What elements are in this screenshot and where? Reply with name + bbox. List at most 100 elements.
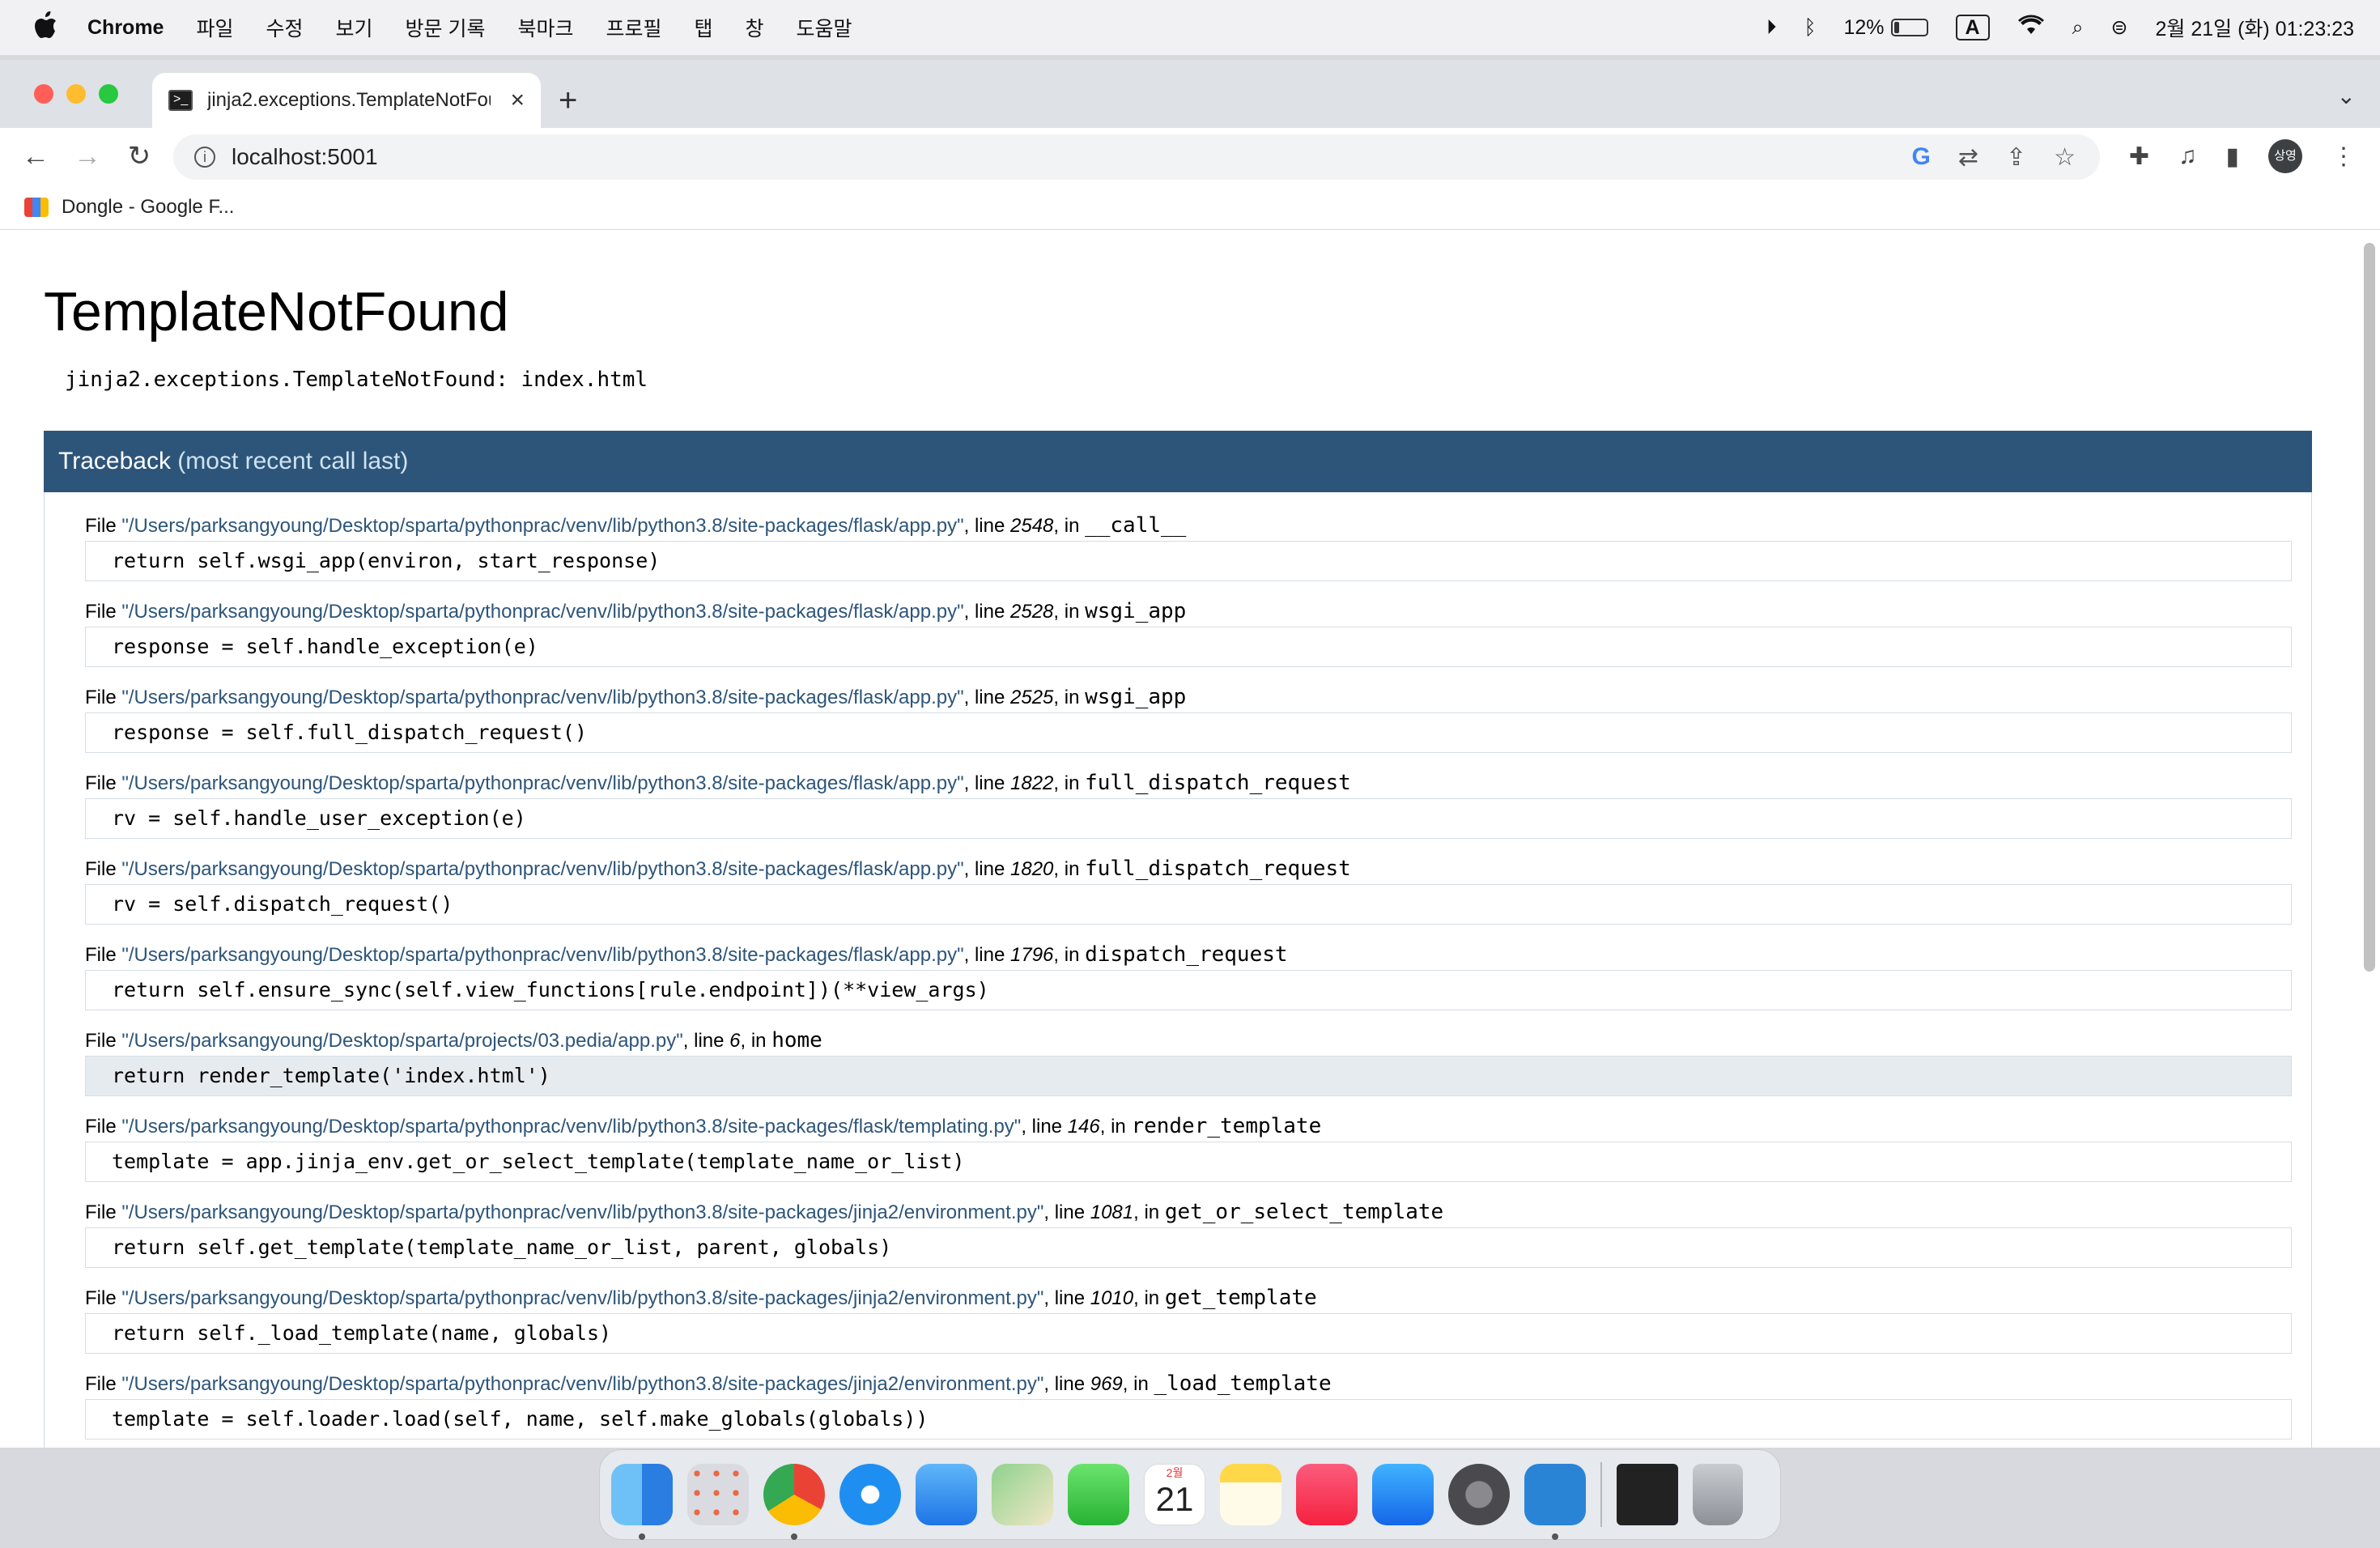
menu-profile[interactable]: 프로필: [606, 13, 661, 42]
page-scrollbar[interactable]: [2364, 243, 2375, 972]
google-fonts-icon: [24, 197, 49, 217]
safari-icon[interactable]: [839, 1464, 901, 1525]
forward-arrow-icon[interactable]: →: [62, 141, 113, 172]
zoom-window-button[interactable]: [99, 84, 118, 104]
more-menu-icon[interactable]: ⋮: [2331, 142, 2356, 171]
tab-search-chevron-icon[interactable]: ⌄: [2337, 83, 2356, 109]
menu-edit[interactable]: 수정: [266, 13, 303, 42]
now-playing-icon[interactable]: ⏵: [1766, 16, 1777, 40]
maps-icon[interactable]: [992, 1464, 1053, 1525]
frame-file-path[interactable]: "/Users/parksangyoung/Desktop/sparta/pyt…: [121, 944, 963, 966]
share-icon[interactable]: ⇪: [2006, 143, 2026, 172]
close-window-button[interactable]: [34, 84, 53, 104]
address-url[interactable]: localhost:5001: [232, 144, 378, 170]
line-label: , line: [1043, 1201, 1090, 1223]
frame-source-line[interactable]: return self.wsgi_app(environ, start_resp…: [85, 541, 2292, 581]
menu-file[interactable]: 파일: [196, 13, 233, 42]
system-settings-icon[interactable]: [1448, 1464, 1510, 1525]
frame-source-line[interactable]: response = self.handle_exception(e): [85, 627, 2292, 667]
frame-source-line[interactable]: return self.ensure_sync(self.view_functi…: [85, 970, 2292, 1010]
music-icon[interactable]: [1296, 1464, 1358, 1525]
frame-line-number: 2528: [1010, 601, 1054, 623]
trash-icon[interactable]: [1693, 1464, 1743, 1525]
bluetooth-icon[interactable]: ᛒ: [1804, 16, 1816, 40]
frame-file-path[interactable]: "/Users/parksangyoung/Desktop/sparta/pyt…: [121, 687, 963, 708]
translate-icon[interactable]: ⇄: [1958, 143, 1978, 172]
frame-source-line[interactable]: response = self.full_dispatch_request(): [85, 712, 2292, 753]
file-label: File: [85, 687, 122, 708]
vscode-icon[interactable]: [1524, 1464, 1586, 1540]
frame-function: get_or_select_template: [1164, 1200, 1444, 1224]
frame-file-path[interactable]: "/Users/parksangyoung/Desktop/sparta/pyt…: [121, 1373, 1043, 1395]
file-label: File: [85, 858, 122, 880]
frame-location: File "/Users/parksangyoung/Desktop/spart…: [85, 853, 2292, 884]
battery-icon: [1890, 19, 1928, 36]
extensions-puzzle-icon[interactable]: ✚: [2129, 142, 2149, 171]
back-arrow-icon[interactable]: ←: [10, 141, 62, 172]
input-source-icon[interactable]: A: [1955, 15, 1990, 40]
menu-help[interactable]: 도움말: [797, 13, 852, 42]
in-label: , in: [1053, 687, 1086, 708]
spotlight-search-icon[interactable]: ⌕: [2072, 16, 2084, 40]
line-label: , line: [963, 601, 1011, 623]
new-tab-button[interactable]: +: [559, 84, 577, 117]
menu-window[interactable]: 창: [746, 13, 764, 42]
frame-source-line[interactable]: rv = self.dispatch_request(): [85, 884, 2292, 925]
tab-active[interactable]: >_ jinja2.exceptions.TemplateNotFound ×: [152, 73, 541, 128]
reload-icon[interactable]: ↻: [113, 140, 165, 172]
menu-history[interactable]: 방문 기록: [406, 13, 486, 42]
frame-file-path[interactable]: "/Users/parksangyoung/Desktop/sparta/pyt…: [121, 1287, 1043, 1309]
frame-line-number: 969: [1090, 1373, 1123, 1395]
menu-bookmarks[interactable]: 북마크: [517, 13, 573, 42]
address-bar[interactable]: i localhost:5001 G ⇄ ⇪ ☆: [173, 134, 2100, 180]
frame-file-path[interactable]: "/Users/parksangyoung/Desktop/sparta/pyt…: [121, 772, 963, 794]
control-center-icon[interactable]: ⊜: [2111, 15, 2128, 40]
frame-file-path[interactable]: "/Users/parksangyoung/Desktop/sparta/pyt…: [121, 1116, 1021, 1138]
exception-message: jinja2.exceptions.TemplateNotFound: inde…: [65, 368, 648, 392]
line-label: , line: [963, 944, 1011, 966]
menu-tab[interactable]: 탭: [695, 13, 713, 42]
frame-file-path[interactable]: "/Users/parksangyoung/Desktop/sparta/pyt…: [121, 858, 963, 880]
macos-menu-bar: Chrome 파일 수정 보기 방문 기록 북마크 프로필 탭 창 도움말 ⏵ …: [0, 0, 2380, 55]
launchpad-icon[interactable]: [687, 1464, 749, 1525]
tab-close-icon[interactable]: ×: [510, 87, 525, 114]
bookmark-item[interactable]: Dongle - Google F...: [62, 196, 234, 219]
frame-line-number: 2548: [1010, 515, 1054, 537]
frame-source-line[interactable]: template = self.loader.load(self, name, …: [85, 1399, 2292, 1440]
frame-source-line[interactable]: return self.get_template(template_name_o…: [85, 1227, 2292, 1268]
frame-location: File "/Users/parksangyoung/Desktop/spart…: [85, 939, 2292, 970]
frame-file-path[interactable]: "/Users/parksangyoung/Desktop/sparta/pyt…: [121, 601, 963, 623]
finder-icon[interactable]: [611, 1464, 673, 1540]
menu-view[interactable]: 보기: [336, 13, 373, 42]
mail-icon[interactable]: [916, 1464, 977, 1525]
menubar-clock[interactable]: 2월 21일 (화) 01:23:23: [2155, 13, 2354, 42]
wifi-icon[interactable]: [2017, 15, 2045, 41]
frame-source-line[interactable]: template = app.jinja_env.get_or_select_t…: [85, 1142, 2292, 1182]
frame-file-path[interactable]: "/Users/parksangyoung/Desktop/sparta/pyt…: [121, 1201, 1043, 1223]
app-menus: 파일 수정 보기 방문 기록 북마크 프로필 탭 창 도움말: [164, 13, 852, 42]
notes-icon[interactable]: [1220, 1464, 1281, 1525]
media-controls-icon[interactable]: ♫: [2178, 142, 2197, 170]
side-panel-icon[interactable]: ▮: [2225, 142, 2239, 171]
apple-logo-icon[interactable]: [34, 11, 58, 45]
minimize-window-button[interactable]: [66, 84, 86, 104]
app-store-icon[interactable]: [1372, 1464, 1434, 1525]
profile-avatar[interactable]: 상영: [2268, 139, 2302, 173]
battery-status[interactable]: 12%: [1843, 16, 1928, 40]
frame-source-line[interactable]: return self._load_template(name, globals…: [85, 1313, 2292, 1354]
frame-file-path[interactable]: "/Users/parksangyoung/Desktop/sparta/pro…: [121, 1030, 682, 1052]
chrome-icon[interactable]: [763, 1464, 825, 1540]
site-info-icon[interactable]: i: [194, 147, 215, 168]
frame-file-path[interactable]: "/Users/parksangyoung/Desktop/sparta/pyt…: [121, 515, 963, 537]
facetime-icon[interactable]: [1068, 1464, 1129, 1525]
frame-source-line[interactable]: return render_template('index.html'): [85, 1056, 2292, 1096]
active-app-name[interactable]: Chrome: [87, 16, 164, 40]
recent-window-thumbnail[interactable]: [1617, 1464, 1678, 1525]
in-label: , in: [1133, 1201, 1165, 1223]
frame-location: File "/Users/parksangyoung/Desktop/spart…: [85, 1368, 2292, 1399]
frame-source-line[interactable]: rv = self.handle_user_exception(e): [85, 798, 2292, 839]
bookmark-star-icon[interactable]: ☆: [2054, 143, 2076, 172]
frame-line-number: 1796: [1010, 944, 1054, 966]
google-lens-icon[interactable]: G: [1911, 143, 1930, 172]
calendar-icon[interactable]: 2월 21: [1144, 1464, 1205, 1525]
